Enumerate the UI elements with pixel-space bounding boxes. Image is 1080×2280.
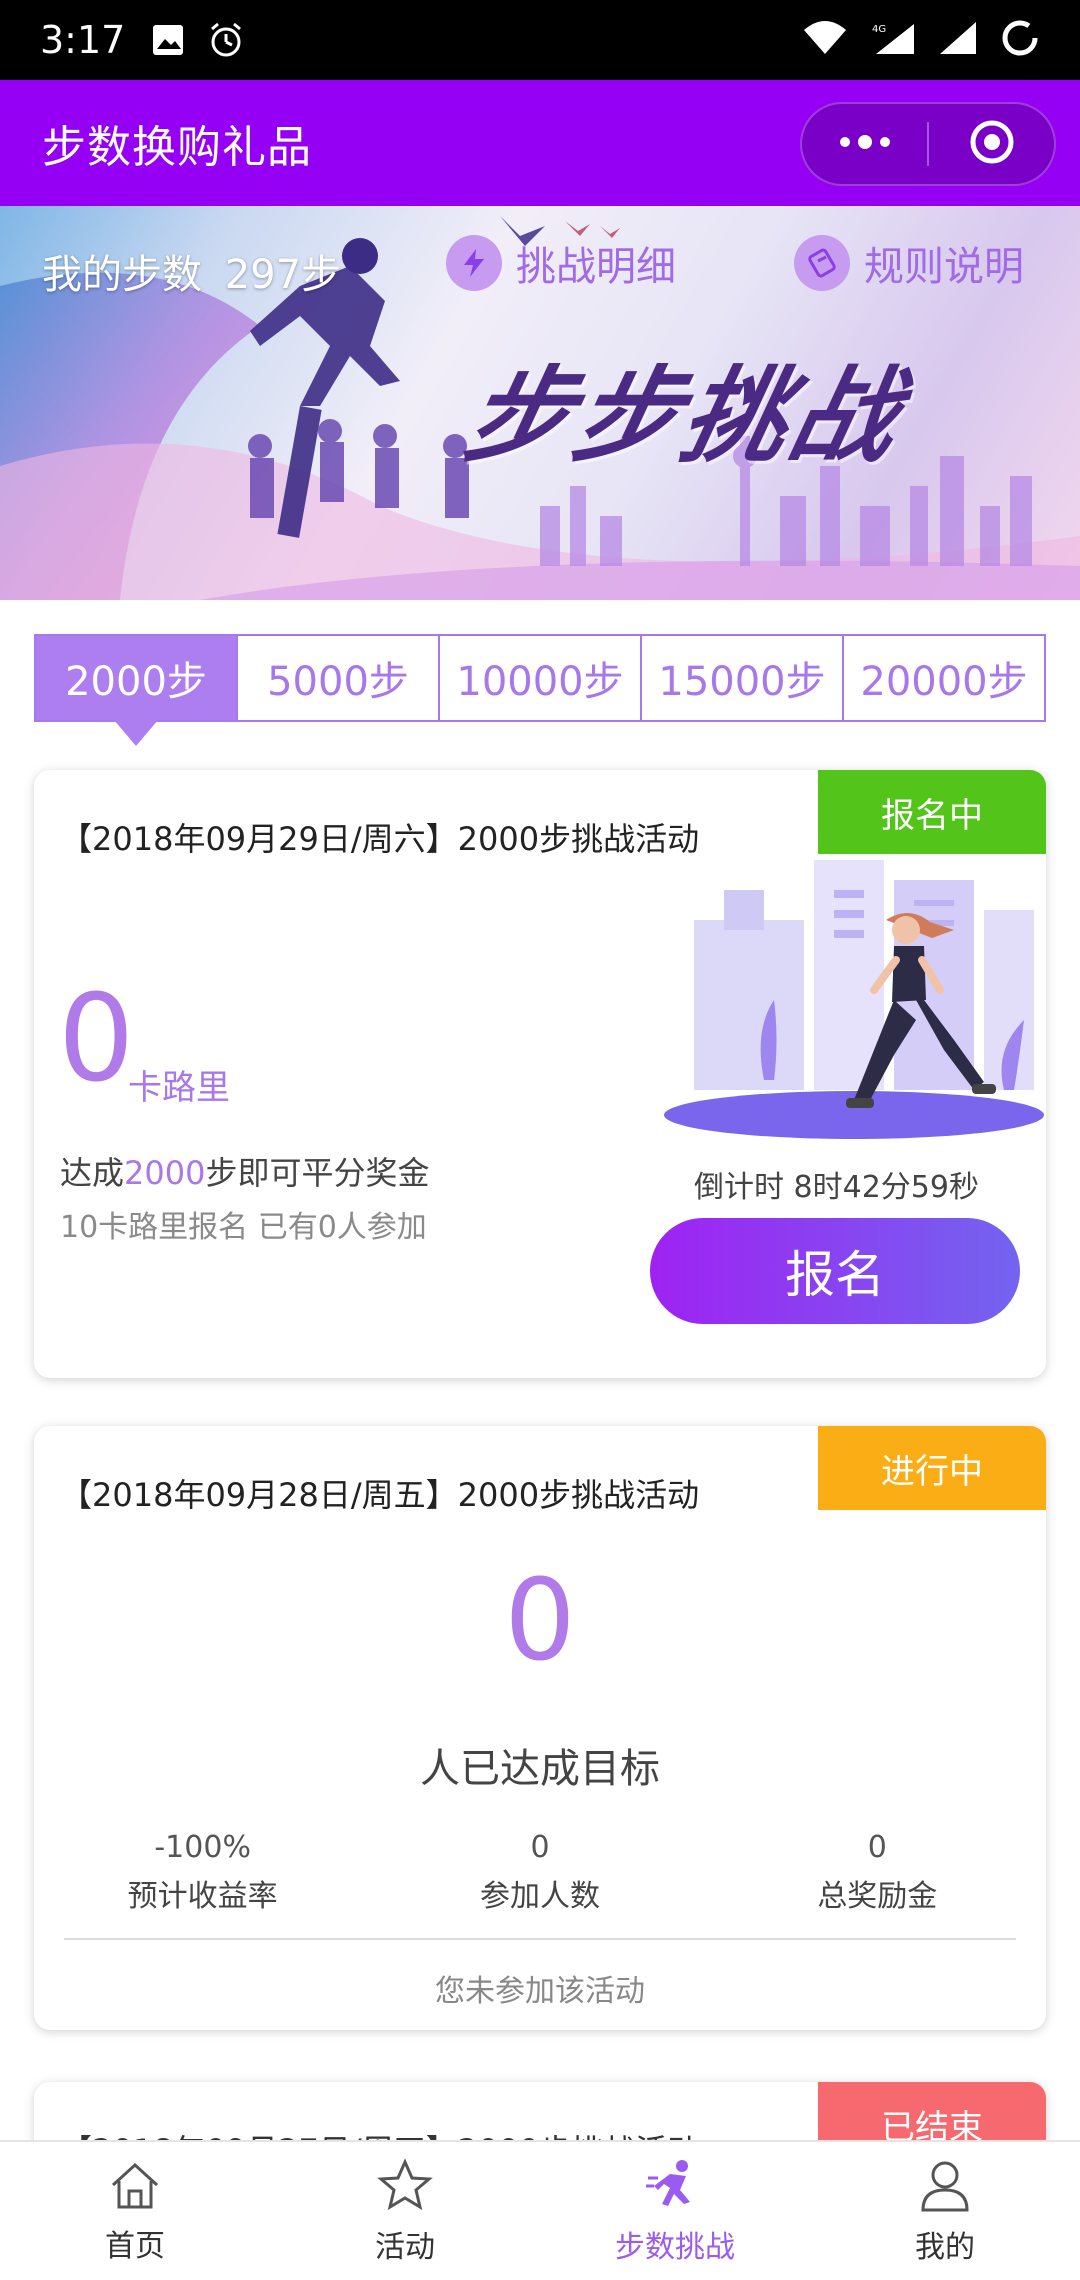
runner-illustration bbox=[664, 860, 1044, 1139]
mini-program-capsule bbox=[800, 102, 1056, 186]
tab-5000[interactable]: 5000步 bbox=[236, 636, 438, 720]
stat-participants: 0 参加人数 bbox=[371, 1830, 708, 1915]
lightning-icon bbox=[446, 235, 502, 291]
battery-icon bbox=[1000, 18, 1040, 62]
alarm-icon bbox=[207, 21, 245, 59]
challenge-card-registering: 【2018年09月29日/周六】2000步挑战活动 报名中 0 卡路里 达成20… bbox=[34, 770, 1046, 1378]
stat-return-rate: -100% 预计收益率 bbox=[34, 1830, 371, 1915]
step-tabs: 2000步 5000步 10000步 15000步 20000步 bbox=[34, 634, 1046, 722]
user-icon bbox=[916, 2156, 974, 2218]
stat-value: 0 bbox=[530, 1830, 550, 1865]
target-close-icon bbox=[968, 118, 1016, 170]
more-button[interactable] bbox=[802, 104, 927, 184]
signal-icon bbox=[938, 20, 978, 60]
nav-bar: 步数换购礼品 bbox=[0, 80, 1080, 206]
tab-10000[interactable]: 10000步 bbox=[438, 636, 640, 720]
tabbar-item-mine[interactable]: 我的 bbox=[810, 2142, 1080, 2280]
signal-4g-icon: 4G bbox=[870, 20, 916, 60]
status-badge: 进行中 bbox=[818, 1426, 1046, 1510]
stat-value: -100% bbox=[154, 1830, 251, 1865]
join-info: 10卡路里报名 已有0人参加 bbox=[60, 1210, 427, 1245]
banner-headline: 步步挑战 bbox=[455, 354, 914, 477]
close-program-button[interactable] bbox=[929, 104, 1054, 184]
stat-label: 总奖励金 bbox=[817, 1879, 938, 1914]
calorie-unit: 卡路里 bbox=[128, 1068, 230, 1108]
challenge-banner: 我的步数 297步 挑战明细 规则说明 步步挑战 bbox=[0, 206, 1080, 600]
tab-20000[interactable]: 20000步 bbox=[842, 636, 1044, 720]
my-steps: 我的步数 297步 bbox=[42, 242, 351, 300]
tabbar-item-home[interactable]: 首页 bbox=[0, 2142, 270, 2280]
goal-suffix: 步即可平分奖金 bbox=[205, 1154, 430, 1192]
rules-icon bbox=[794, 235, 850, 291]
tabbar-item-step-challenge[interactable]: 步数挑战 bbox=[540, 2142, 810, 2280]
wifi-icon bbox=[802, 20, 848, 60]
challenge-stats: -100% 预计收益率 0 参加人数 0 总奖励金 bbox=[34, 1830, 1046, 1915]
reached-label: 人已达成目标 bbox=[420, 1746, 660, 1792]
goal-steps: 2000 bbox=[124, 1154, 206, 1192]
status-badge: 报名中 bbox=[818, 770, 1046, 854]
challenge-detail-label: 挑战明细 bbox=[516, 244, 676, 290]
challenge-detail-link[interactable]: 挑战明细 bbox=[446, 234, 676, 292]
signup-button[interactable]: 报名 bbox=[650, 1218, 1020, 1324]
divider bbox=[64, 1938, 1016, 1940]
rules-label: 规则说明 bbox=[864, 244, 1024, 290]
card-title: 【2018年09月29日/周六】2000步挑战活动 bbox=[60, 820, 700, 858]
participation-note: 您未参加该活动 bbox=[435, 1974, 645, 2009]
more-dots-icon bbox=[835, 132, 895, 156]
my-steps-label: 我的步数 bbox=[42, 252, 202, 298]
tabbar-label: 活动 bbox=[375, 2230, 435, 2265]
svg-text:4G: 4G bbox=[872, 24, 886, 35]
runner-icon bbox=[646, 2156, 704, 2218]
reached-count: 0 bbox=[504, 1556, 576, 1686]
rules-link[interactable]: 规则说明 bbox=[794, 234, 1024, 292]
stat-total-reward: 0 总奖励金 bbox=[709, 1830, 1046, 1915]
tabbar-label: 首页 bbox=[105, 2229, 165, 2264]
calorie-count: 0 bbox=[58, 970, 135, 1109]
bottom-tab-bar: 首页 活动 步数挑战 我的 bbox=[0, 2140, 1080, 2280]
tabbar-label: 步数挑战 bbox=[615, 2230, 735, 2265]
star-icon bbox=[376, 2156, 434, 2218]
home-icon bbox=[107, 2157, 163, 2217]
goal-prefix: 达成 bbox=[60, 1154, 125, 1192]
card-title: 【2018年09月28日/周五】2000步挑战活动 bbox=[60, 1476, 700, 1514]
goal-text: 达成2000步即可平分奖金 bbox=[60, 1148, 429, 1194]
stat-label: 预计收益率 bbox=[127, 1879, 278, 1914]
status-time: 3:17 bbox=[40, 18, 126, 62]
tab-2000[interactable]: 2000步 bbox=[36, 636, 236, 720]
challenge-card-ongoing: 【2018年09月28日/周五】2000步挑战活动 进行中 0 人已达成目标 -… bbox=[34, 1426, 1046, 2030]
stat-label: 参加人数 bbox=[479, 1879, 600, 1914]
my-steps-value: 297步 bbox=[224, 252, 342, 298]
status-bar: 3:17 4G bbox=[0, 0, 1080, 80]
stat-value: 0 bbox=[867, 1830, 887, 1865]
tabbar-item-activity[interactable]: 活动 bbox=[270, 2142, 540, 2280]
page-title: 步数换购礼品 bbox=[42, 122, 312, 173]
tab-15000[interactable]: 15000步 bbox=[640, 636, 842, 720]
image-icon bbox=[151, 23, 185, 57]
countdown-timer: 倒计时 8时42分59秒 bbox=[694, 1170, 979, 1205]
tabbar-label: 我的 bbox=[915, 2230, 975, 2265]
